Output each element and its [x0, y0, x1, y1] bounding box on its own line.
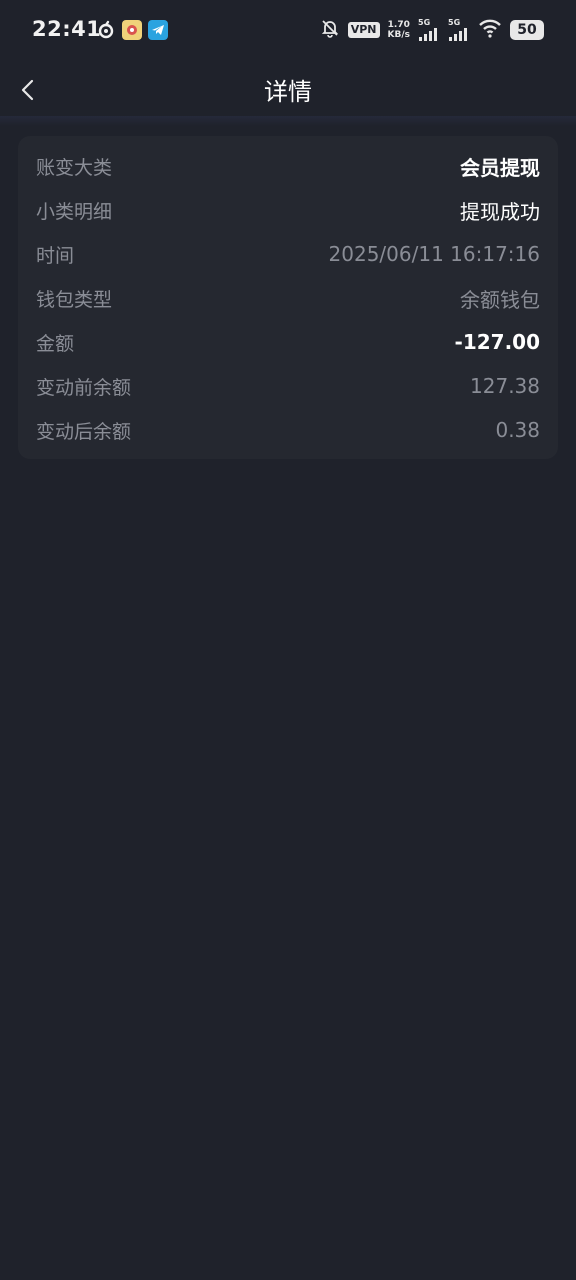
detail-value: 127.38 [470, 374, 540, 398]
signal-bars-icon [419, 28, 437, 41]
telegram-icon [148, 20, 168, 40]
nav-bar: 详情 [0, 62, 576, 118]
detail-label: 变动后余额 [36, 420, 132, 443]
detail-label: 账变大类 [36, 156, 113, 179]
battery-indicator: 50 [510, 20, 544, 40]
signal-1-label: 5G [418, 18, 431, 27]
detail-value: -127.00 [454, 330, 540, 354]
signal-bars-icon [449, 28, 467, 41]
detail-value: 2025/06/11 16:17:16 [328, 242, 540, 266]
status-right: VPN 1.70 KB/s 5G 5G 50 [320, 18, 544, 42]
status-app-icons [96, 20, 168, 40]
detail-value: 0.38 [495, 418, 540, 442]
signal-2: 5G [448, 19, 470, 41]
detail-row-time: 时间 2025/06/11 16:17:16 [36, 232, 540, 276]
vpn-badge: VPN [347, 22, 380, 38]
detail-value: 会员提现 [460, 155, 540, 180]
detail-row-balance-before: 变动前余额 127.38 [36, 364, 540, 408]
status-time: 22:41 [32, 17, 102, 41]
detail-value: 余额钱包 [460, 287, 540, 312]
net-speed-unit: KB/s [387, 30, 410, 40]
detail-label: 钱包类型 [36, 288, 113, 311]
game-app-icon [122, 20, 142, 40]
detail-row-balance-after: 变动后余额 0.38 [36, 408, 540, 452]
net-speed-value: 1.70 [387, 20, 410, 30]
nav-divider [0, 116, 576, 126]
signal-2-label: 5G [448, 18, 461, 27]
mute-bell-icon [320, 18, 340, 42]
signal-1: 5G [418, 19, 440, 41]
detail-card: 账变大类 会员提现 小类明细 提现成功 时间 2025/06/11 16:17:… [18, 136, 558, 459]
detail-label: 金额 [36, 332, 75, 355]
detail-row-amount: 金额 -127.00 [36, 320, 540, 364]
net-speed: 1.70 KB/s [388, 20, 410, 40]
status-bar: 22:41 VPN 1.70 KB/s 5G 5G 50 [0, 0, 576, 62]
detail-row-category: 账变大类 会员提现 [36, 144, 540, 188]
detail-label: 时间 [36, 244, 75, 267]
page-title: 详情 [264, 78, 312, 106]
netease-music-icon [96, 20, 116, 40]
detail-row-subcategory: 小类明细 提现成功 [36, 188, 540, 232]
detail-value: 提现成功 [460, 199, 540, 224]
detail-label: 小类明细 [36, 200, 113, 223]
detail-label: 变动前余额 [36, 376, 132, 399]
detail-row-wallet-type: 钱包类型 余额钱包 [36, 276, 540, 320]
wifi-icon [478, 18, 502, 42]
